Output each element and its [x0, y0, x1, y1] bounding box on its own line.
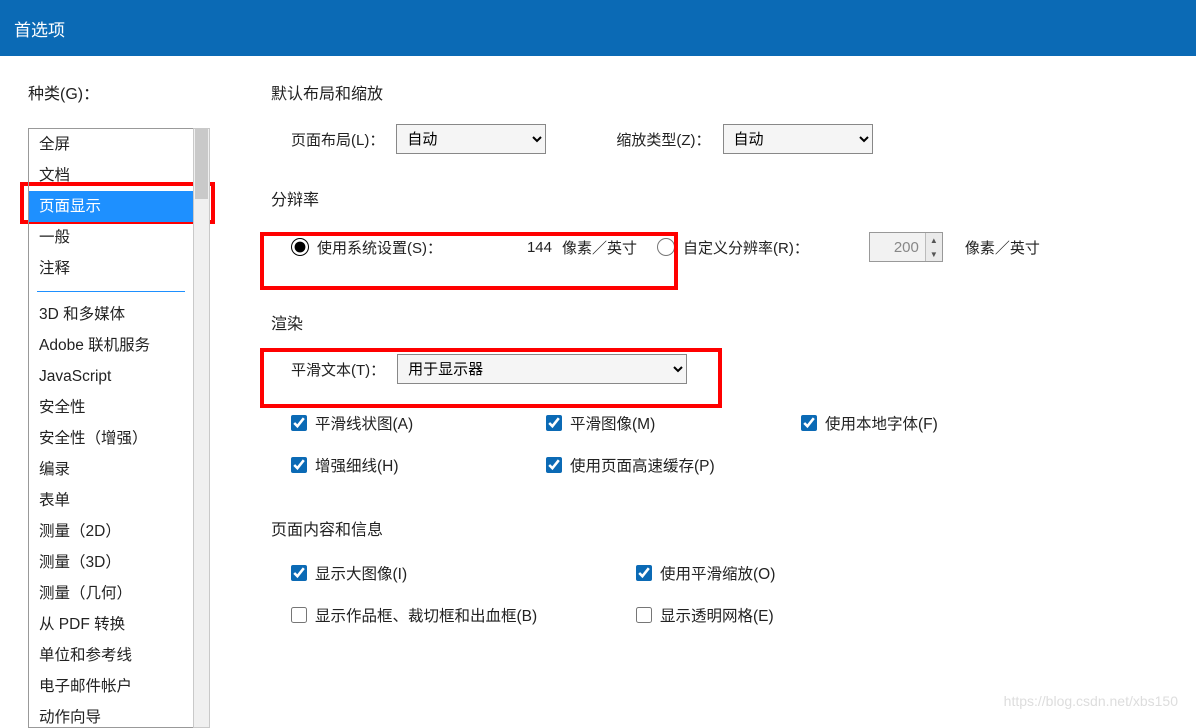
use-system-label: 使用系统设置(S)：	[317, 237, 442, 258]
page-layout-label: 页面布局(L)：	[291, 129, 384, 150]
smooth-text-row: 平滑文本(T)： 用于显示器	[271, 354, 1168, 384]
category-item[interactable]: 从 PDF 转换	[29, 609, 193, 640]
scrollbar[interactable]	[193, 128, 210, 728]
chk-smooth-line[interactable]: 平滑线状图(A)	[291, 412, 546, 434]
custom-dpi-label: 自定义分辨率(R)：	[683, 237, 809, 258]
categories-list: 全屏文档页面显示一般注释3D 和多媒体Adobe 联机服务JavaScript安…	[28, 128, 193, 728]
category-item[interactable]: 测量（几何）	[29, 578, 193, 609]
window-title: 首选项	[14, 16, 65, 41]
category-item[interactable]: JavaScript	[29, 361, 193, 392]
smooth-text-label: 平滑文本(T)：	[291, 359, 385, 380]
category-item[interactable]: 电子邮件帐户	[29, 671, 193, 702]
category-item[interactable]: 注释	[29, 253, 193, 284]
categories-listbox[interactable]: 全屏文档页面显示一般注释3D 和多媒体Adobe 联机服务JavaScript安…	[28, 128, 193, 728]
render-checks-row2: 增强细线(H) 使用页面高速缓存(P)	[271, 454, 1168, 476]
category-item[interactable]: 动作向导	[29, 702, 193, 728]
content-checks-row1: 显示大图像(I) 使用平滑缩放(O)	[271, 562, 1168, 584]
scroll-thumb[interactable]	[195, 129, 208, 199]
group-content-title: 页面内容和信息	[271, 516, 1168, 540]
zoom-type-label: 缩放类型(Z)：	[616, 129, 710, 150]
zoom-type-select[interactable]: 自动	[723, 124, 873, 154]
category-item[interactable]: 单位和参考线	[29, 640, 193, 671]
content-area: 种类(G)： 全屏文档页面显示一般注释 3D 和多媒体Adobe 联机服务Java…	[0, 56, 1196, 719]
category-separator	[37, 291, 185, 292]
custom-dpi-spinner[interactable]: ▲ ▼	[869, 232, 943, 262]
layout-row: 页面布局(L)： 自动 缩放类型(Z)： 自动	[271, 124, 1168, 154]
unit-label-1: 像素／英寸	[562, 237, 637, 258]
chk-page-cache[interactable]: 使用页面高速缓存(P)	[546, 454, 715, 476]
category-item[interactable]: 3D 和多媒体	[29, 299, 193, 330]
category-item[interactable]: 安全性（增强）	[29, 423, 193, 454]
spinner-down-icon[interactable]: ▼	[926, 247, 942, 261]
category-item[interactable]: Adobe 联机服务	[29, 330, 193, 361]
content-checks-row2: 显示作品框、裁切框和出血框(B) 显示透明网格(E)	[271, 604, 1168, 626]
category-item[interactable]: 测量（3D）	[29, 547, 193, 578]
chk-enhance-thin[interactable]: 增强细线(H)	[291, 454, 546, 476]
watermark: https://blog.csdn.net/xbs150	[1004, 693, 1178, 709]
chk-smooth-image[interactable]: 平滑图像(M)	[546, 412, 801, 434]
chk-large-img[interactable]: 显示大图像(I)	[291, 562, 636, 584]
unit-label-2: 像素／英寸	[965, 237, 1040, 258]
render-checks-row1: 平滑线状图(A) 平滑图像(M) 使用本地字体(F)	[271, 412, 1168, 434]
group-layout-title: 默认布局和缩放	[271, 80, 1168, 104]
custom-dpi-input[interactable]	[870, 239, 925, 256]
category-item[interactable]: 文档	[29, 160, 193, 191]
use-system-radio[interactable]	[291, 238, 309, 256]
category-item[interactable]: 安全性	[29, 392, 193, 423]
category-item[interactable]: 表单	[29, 485, 193, 516]
group-resolution-title: 分辩率	[271, 186, 1168, 210]
sidebar: 种类(G)： 全屏文档页面显示一般注释 3D 和多媒体Adobe 联机服务Java…	[28, 80, 223, 719]
category-item[interactable]: 测量（2D）	[29, 516, 193, 547]
system-dpi-value: 144	[442, 239, 552, 256]
chk-artbox[interactable]: 显示作品框、裁切框和出血框(B)	[291, 604, 636, 626]
chk-smooth-zoom[interactable]: 使用平滑缩放(O)	[636, 562, 775, 584]
spinner-up-icon[interactable]: ▲	[926, 233, 942, 247]
category-item[interactable]: 编录	[29, 454, 193, 485]
smooth-text-select[interactable]: 用于显示器	[397, 354, 687, 384]
page-layout-select[interactable]: 自动	[396, 124, 546, 154]
title-bar: 首选项	[0, 0, 1196, 56]
chk-trans-grid[interactable]: 显示透明网格(E)	[636, 604, 774, 626]
settings-panel: 默认布局和缩放 页面布局(L)： 自动 缩放类型(Z)： 自动 分辩率 使用系统…	[223, 80, 1168, 719]
resolution-row: 使用系统设置(S)： 144 像素／英寸 自定义分辨率(R)： ▲ ▼ 像素／英…	[271, 232, 1168, 262]
category-item[interactable]: 页面显示	[29, 191, 193, 222]
category-item[interactable]: 一般	[29, 222, 193, 253]
custom-dpi-radio[interactable]	[657, 238, 675, 256]
chk-local-font[interactable]: 使用本地字体(F)	[801, 412, 938, 434]
group-render-title: 渲染	[271, 310, 1168, 334]
category-item[interactable]: 全屏	[29, 129, 193, 160]
categories-label: 种类(G)：	[28, 80, 223, 104]
